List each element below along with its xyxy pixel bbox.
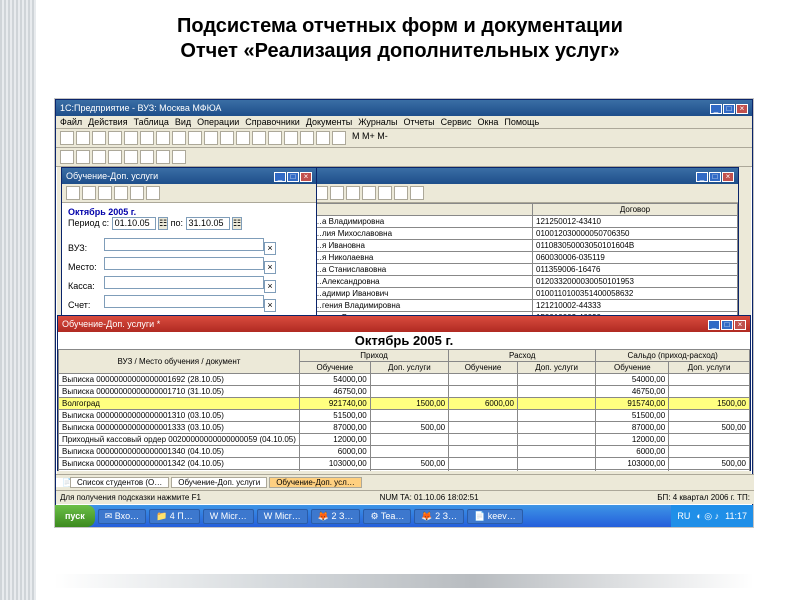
report-big-title: Октябрь 2005 г. [58, 332, 750, 349]
system-tray[interactable]: RU ◐ ◎ ♪ 11:17 [671, 505, 753, 527]
table-row[interactable]: Выписка 00000000000000001333 (03.10.05)8… [59, 422, 750, 434]
windows-taskbar[interactable]: пуск ✉ Вхо…📁 4 П…W Micr…W Micr…🦊 2 З…⚙ T… [55, 505, 753, 527]
slide-title-1: Подсистема отчетных форм и документации [40, 14, 760, 39]
menu-item[interactable]: Операции [197, 117, 239, 127]
menu-item[interactable]: Помощь [504, 117, 539, 127]
main-window-titlebar[interactable]: 1С:Предприятие - ВУЗ: Москва МФЮА _□× [56, 100, 752, 116]
filter-window-title: Обучение-Доп. услуги [66, 171, 158, 181]
filter-toolbar[interactable] [62, 184, 316, 203]
doc-tab[interactable]: Список студентов (О… [70, 477, 169, 488]
period-from-input[interactable]: 01.10.05 [112, 217, 156, 230]
contract-window-titlebar[interactable]: _□× [310, 168, 738, 184]
taskbar-item[interactable]: 🦊 2 З… [311, 509, 361, 524]
date-picker-icon[interactable]: ☷ [232, 217, 242, 230]
menu-item[interactable]: Сервис [441, 117, 472, 127]
menu-item[interactable]: Отчеты [404, 117, 435, 127]
main-toolbar[interactable]: M M+ M- [56, 129, 752, 148]
table-row[interactable]: …а Владимировна121250012-43410 [311, 216, 738, 228]
table-row[interactable]: Волгоград921740,001500,006000,00915740,0… [59, 398, 750, 410]
report-window-titlebar[interactable]: Обучение-Доп. услуги * _□× [58, 316, 750, 332]
menu-item[interactable]: Справочники [245, 117, 300, 127]
clear-icon[interactable]: × [264, 242, 276, 255]
menu-item[interactable]: Журналы [358, 117, 397, 127]
menu-item[interactable]: Таблица [134, 117, 169, 127]
table-row[interactable]: …гения Владимировна121210002-44333 [311, 300, 738, 312]
table-row[interactable]: Выписка 00000000000000001342 (04.10.05)1… [59, 458, 750, 470]
table-row[interactable]: Выписка 00000000000000001363 (05.10.05)1… [59, 470, 750, 472]
kassa-input[interactable] [104, 276, 264, 289]
main-window-title: 1С:Предприятие - ВУЗ: Москва МФЮА [60, 103, 221, 113]
slide-title-2: Отчет «Реализация дополнительных услуг» [40, 39, 760, 64]
contract-toolbar[interactable] [310, 184, 738, 203]
mesto-input[interactable] [104, 257, 264, 270]
status-bar: Для получения подсказки нажмите F1 NUM T… [56, 490, 754, 504]
table-row[interactable]: …Александровна0120332000030050101953 [311, 276, 738, 288]
clear-icon[interactable]: × [264, 299, 276, 312]
period-title: Октябрь 2005 г. [68, 207, 136, 217]
date-picker-icon[interactable]: ☷ [158, 217, 168, 230]
table-row[interactable]: …я Николаевна060030006-035119 [311, 252, 738, 264]
table-row[interactable]: Приходный кассовый ордер 002000000000000… [59, 434, 750, 446]
start-button[interactable]: пуск [55, 505, 95, 527]
document-tabs[interactable]: 📄Список студентов (О…Обучение-Доп. услуг… [56, 474, 754, 490]
menu-item[interactable]: Документы [306, 117, 352, 127]
window-buttons[interactable]: _□× [709, 103, 748, 114]
taskbar-item[interactable]: W Micr… [203, 509, 254, 524]
table-row[interactable]: Выписка 00000000000000001310 (03.10.05)5… [59, 410, 750, 422]
vuz-input[interactable] [104, 238, 264, 251]
table-row[interactable]: …лия Михославовна010012030000050706350 [311, 228, 738, 240]
taskbar-item[interactable]: 📁 4 П… [149, 509, 200, 524]
doc-tab[interactable]: Обучение-Доп. услуги [171, 477, 267, 488]
table-row[interactable]: Выписка 00000000000000001692 (28.10.05)5… [59, 374, 750, 386]
taskbar-item[interactable]: 📄 keev… [467, 509, 523, 524]
period-to-input[interactable]: 31.10.05 [186, 217, 230, 230]
table-row[interactable]: …я Ивановна011083050003050101604В [311, 240, 738, 252]
schet-input[interactable] [104, 295, 264, 308]
table-row[interactable]: Выписка 00000000000000001710 (31.10.05)4… [59, 386, 750, 398]
table-row[interactable]: …адимир Иванович0100110100351400058632 [311, 288, 738, 300]
filter-window-titlebar[interactable]: Обучение-Доп. услуги _□× [62, 168, 316, 184]
menu-item[interactable]: Окна [477, 117, 498, 127]
sub-toolbar[interactable] [56, 148, 752, 167]
taskbar-item[interactable]: ✉ Вхо… [98, 509, 146, 524]
report-window-title: Обучение-Доп. услуги * [62, 319, 160, 329]
menu-item[interactable]: Действия [88, 117, 127, 127]
main-menu[interactable]: Файл Действия Таблица Вид Операции Справочник… [56, 116, 752, 129]
doc-tab[interactable]: Обучение-Доп. усл… [269, 477, 362, 488]
clear-icon[interactable]: × [264, 280, 276, 293]
menu-item[interactable]: Файл [60, 117, 82, 127]
clear-icon[interactable]: × [264, 261, 276, 274]
taskbar-item[interactable]: ⚙ Tea… [363, 509, 411, 524]
menu-item[interactable]: Вид [175, 117, 191, 127]
contract-header: Договор [533, 204, 738, 216]
table-row[interactable]: Выписка 00000000000000001340 (04.10.05)6… [59, 446, 750, 458]
table-row[interactable]: …а Станиславовна011359006-16476 [311, 264, 738, 276]
taskbar-item[interactable]: 🦊 2 З… [414, 509, 464, 524]
taskbar-item[interactable]: W Micr… [257, 509, 308, 524]
